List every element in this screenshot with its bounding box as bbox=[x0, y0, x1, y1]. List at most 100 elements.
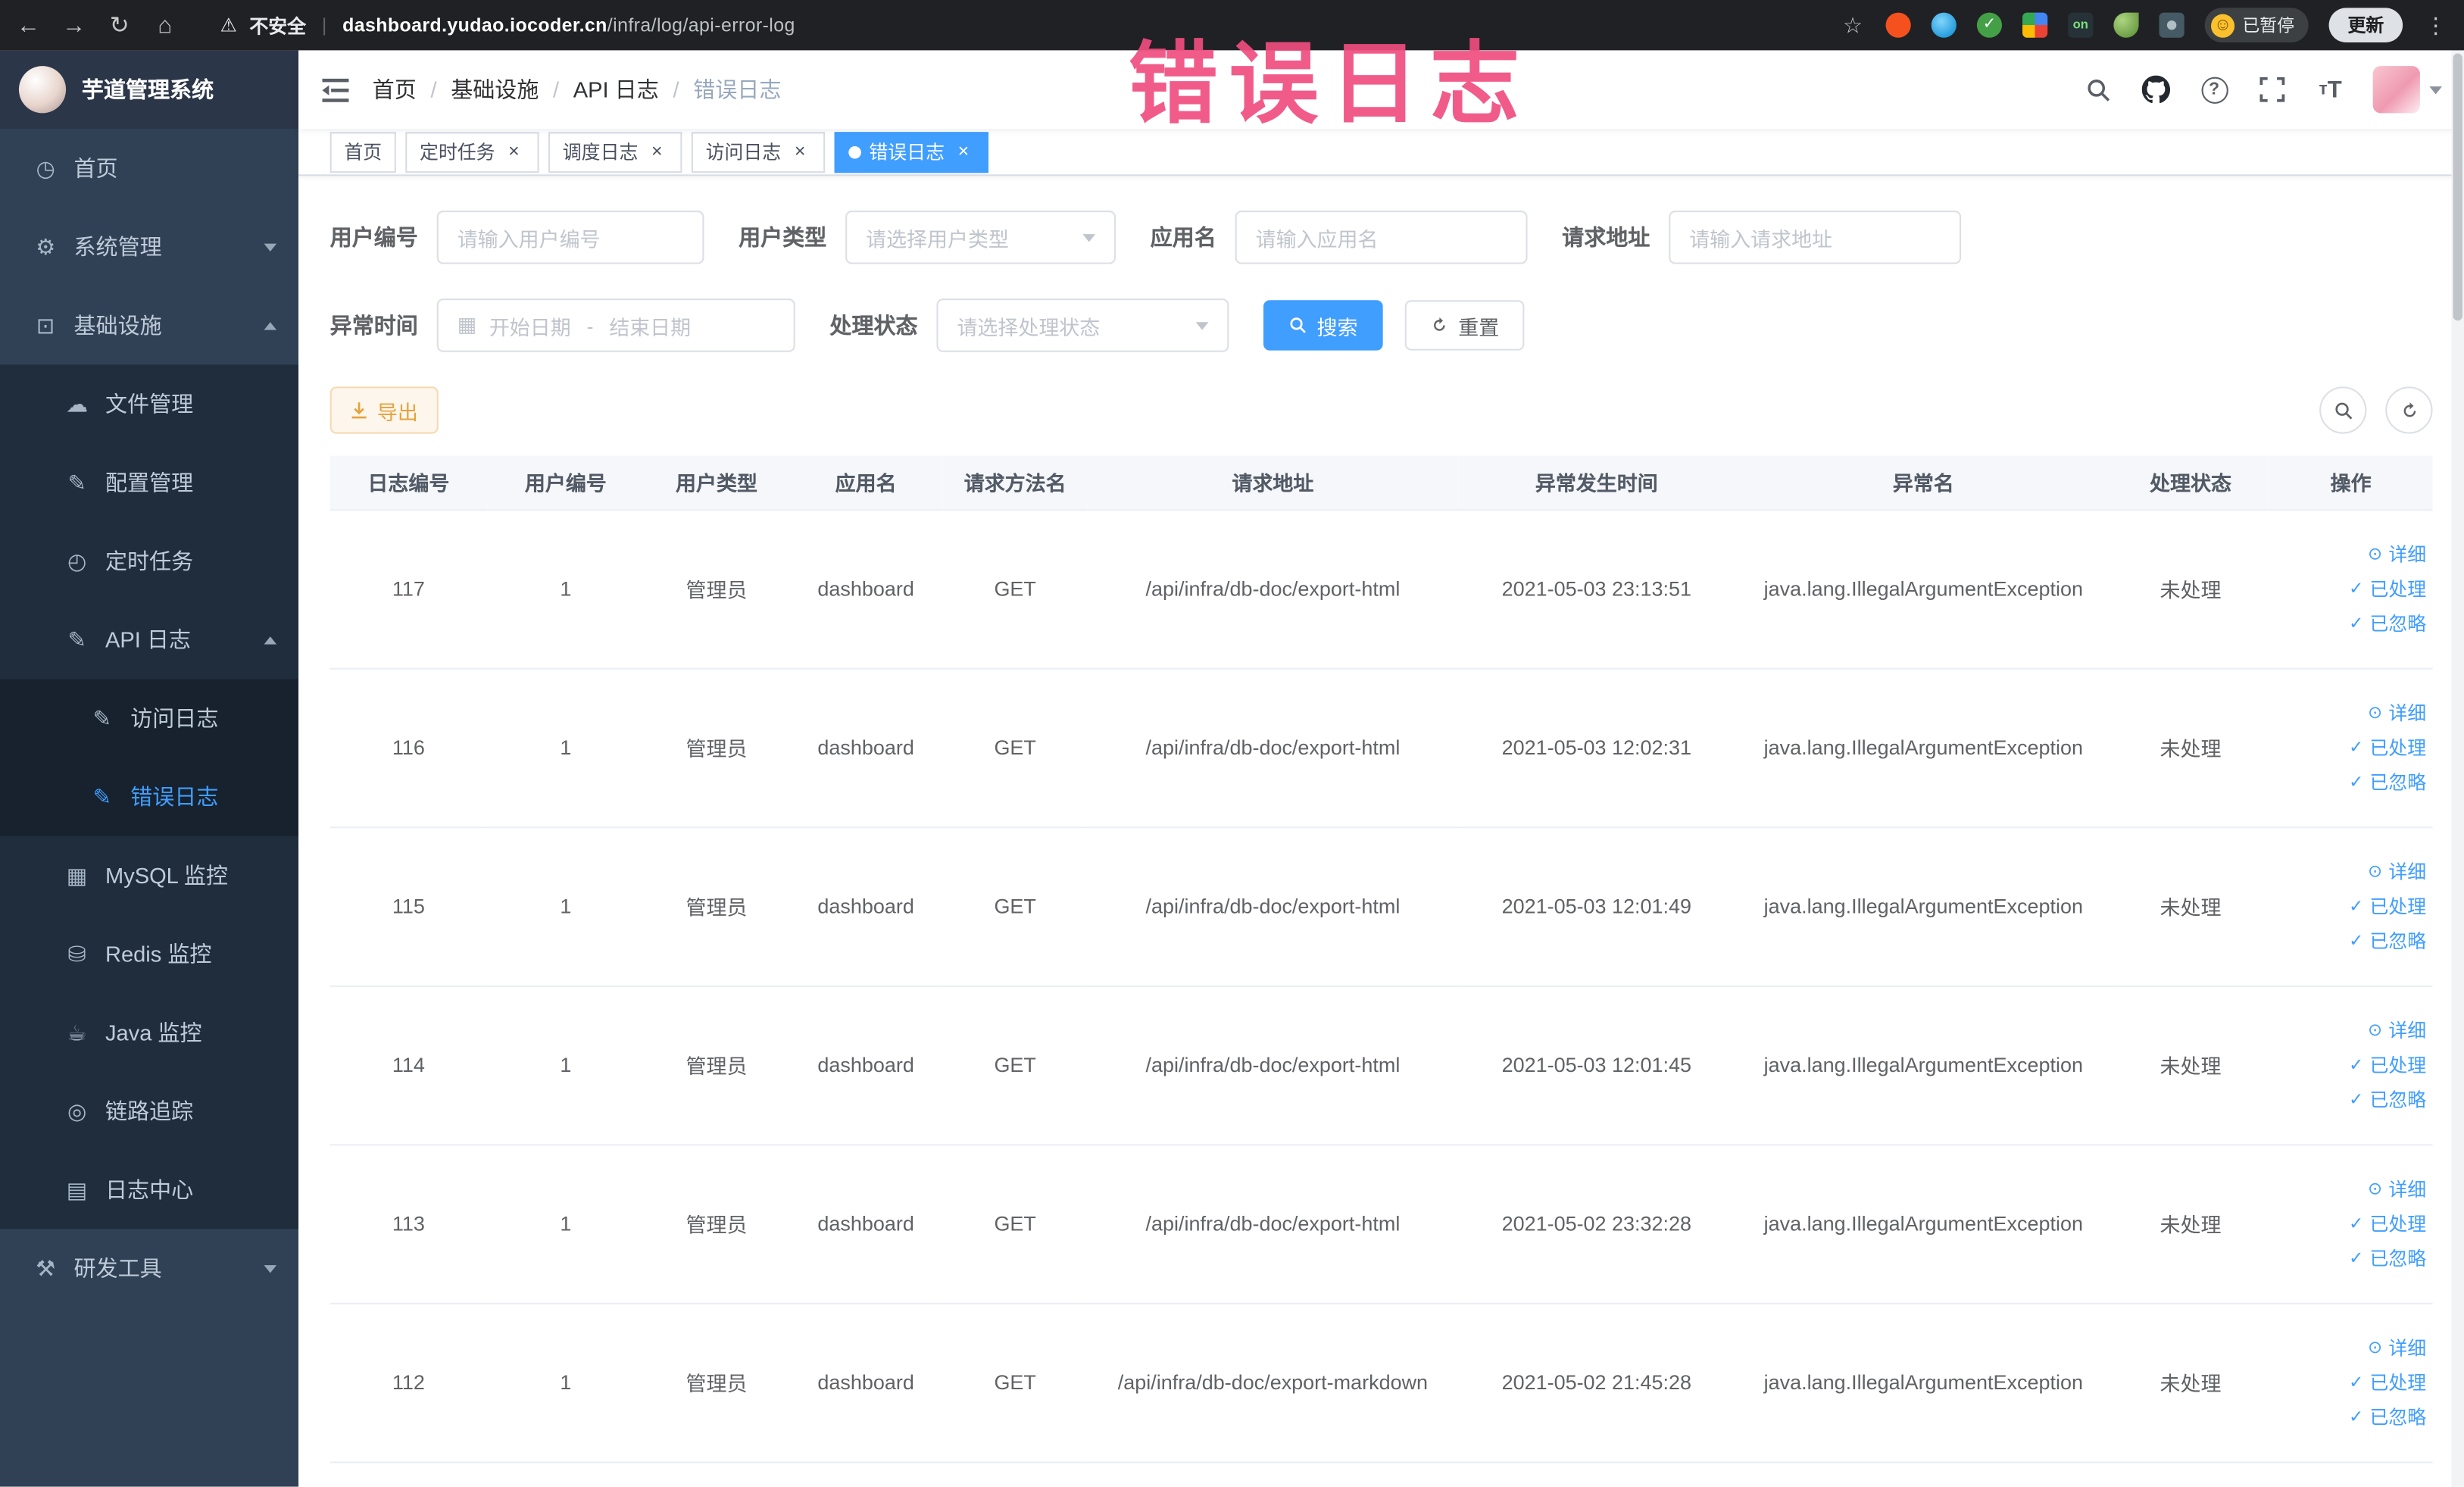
close-icon[interactable]: × bbox=[646, 140, 668, 163]
font-size-icon[interactable] bbox=[2315, 74, 2346, 105]
tab-access-log[interactable]: 访问日志 × bbox=[691, 131, 826, 173]
sidebar-item-infrastructure[interactable]: ⊡ 基础设施 bbox=[0, 286, 298, 365]
refresh-table-button[interactable] bbox=[2385, 386, 2433, 434]
user-id-input[interactable]: 请输入用户编号 bbox=[436, 210, 704, 264]
close-icon[interactable]: × bbox=[503, 140, 525, 163]
bookmark-star-icon[interactable]: ☆ bbox=[1840, 12, 1865, 39]
ignored-link[interactable]: ✓ 已忽略 bbox=[2275, 606, 2426, 641]
cell-exception-name: java.lang.IllegalArgumentException bbox=[1735, 1144, 2113, 1304]
search-button[interactable]: 搜索 bbox=[1263, 300, 1383, 351]
breadcrumb-item[interactable]: API 日志 bbox=[573, 74, 659, 105]
sidebar-item-access-log[interactable]: ✎ 访问日志 bbox=[0, 679, 299, 758]
help-icon[interactable]: ? bbox=[2198, 74, 2229, 105]
cell-status: 未处理 bbox=[2112, 1302, 2269, 1463]
back-button[interactable]: ← bbox=[16, 12, 41, 39]
security-label[interactable]: 不安全 bbox=[249, 12, 306, 39]
url-text[interactable]: dashboard.yudao.iocoder.cn/infra/log/api… bbox=[342, 14, 795, 36]
extensions-grid-icon[interactable] bbox=[2022, 12, 2048, 38]
sidebar-item-file[interactable]: ☁ 文件管理 bbox=[0, 364, 299, 444]
update-button[interactable]: 更新 bbox=[2328, 8, 2403, 43]
scrollbar[interactable] bbox=[2451, 50, 2464, 1487]
sidebar-item-redis[interactable]: ⛁ Redis 监控 bbox=[0, 914, 299, 994]
sidebar-toggle-button[interactable] bbox=[298, 77, 373, 102]
kebab-menu-icon[interactable]: ⋮ bbox=[2423, 12, 2448, 39]
detail-link[interactable]: ⊙ 详细 bbox=[2275, 1013, 2426, 1048]
exception-time-range-input[interactable]: ▦ 开始日期 - 结束日期 bbox=[436, 298, 795, 352]
request-url-input[interactable]: 请输入请求地址 bbox=[1669, 210, 1962, 264]
column-header: 用户类型 bbox=[644, 455, 789, 511]
dashboard-icon: ◷ bbox=[36, 155, 55, 180]
sidebar-item-api-log[interactable]: ✎ API 日志 bbox=[0, 600, 299, 679]
process-status-select[interactable]: 请选择处理状态 bbox=[936, 298, 1229, 352]
search-icon[interactable] bbox=[2082, 74, 2113, 105]
ignored-link[interactable]: ✓ 已忽略 bbox=[2275, 1241, 2426, 1276]
sidebar-item-job[interactable]: ◴ 定时任务 bbox=[0, 521, 299, 601]
user-type-select[interactable]: 请选择用户类型 bbox=[845, 210, 1116, 264]
extension-icon[interactable] bbox=[2159, 12, 2184, 38]
forward-button[interactable]: → bbox=[61, 12, 86, 39]
processed-link[interactable]: ✓ 已处理 bbox=[2275, 889, 2426, 923]
fullscreen-icon[interactable] bbox=[2256, 74, 2288, 105]
extension-icon[interactable] bbox=[1976, 12, 2003, 38]
breadcrumb-item[interactable]: 首页 bbox=[373, 74, 417, 105]
extension-on-icon[interactable] bbox=[2068, 12, 2094, 38]
detail-link[interactable]: ⊙ 详细 bbox=[2275, 854, 2426, 889]
sidebar-item-error-log[interactable]: ✎ 错误日志 bbox=[0, 757, 299, 836]
edit-icon: ✎ bbox=[67, 469, 86, 495]
toggle-search-button[interactable] bbox=[2319, 386, 2367, 434]
export-button[interactable]: 导出 bbox=[329, 386, 439, 434]
app-name-input[interactable]: 请输入应用名 bbox=[1235, 210, 1528, 264]
cell-log-id: 113 bbox=[329, 1144, 488, 1304]
close-icon[interactable]: × bbox=[952, 140, 974, 163]
address-bar[interactable]: ⚠ 不安全 | dashboard.yudao.iocoder.cn/infra… bbox=[220, 12, 795, 39]
breadcrumb-item[interactable]: 基础设施 bbox=[451, 74, 539, 105]
extension-icon[interactable] bbox=[1885, 12, 1911, 38]
tab-job-log[interactable]: 调度日志 × bbox=[548, 131, 682, 173]
sidebar-item-system[interactable]: ⚙ 系统管理 bbox=[0, 208, 298, 286]
ignored-link[interactable]: ✓ 已忽略 bbox=[2275, 1082, 2426, 1117]
check-icon: ✓ bbox=[2349, 896, 2364, 916]
sidebar-item-mysql[interactable]: ▦ MySQL 监控 bbox=[0, 836, 299, 915]
detail-link[interactable]: ⊙ 详细 bbox=[2275, 1330, 2426, 1365]
reset-button[interactable]: 重置 bbox=[1404, 300, 1525, 351]
detail-link[interactable]: ⊙ 详细 bbox=[2275, 1172, 2426, 1207]
chevron-down-icon bbox=[1082, 233, 1096, 242]
url-domain: dashboard.yudao.iocoder.cn bbox=[342, 14, 607, 36]
processed-link[interactable]: ✓ 已处理 bbox=[2275, 1048, 2426, 1082]
detail-link[interactable]: ⊙ 详细 bbox=[2275, 536, 2426, 571]
tab-home[interactable]: 首页 bbox=[329, 131, 396, 173]
cell-request-url: /api/infra/db-doc/export-html bbox=[1087, 985, 1459, 1145]
detail-link[interactable]: ⊙ 详细 bbox=[2275, 695, 2426, 730]
processed-link[interactable]: ✓ 已处理 bbox=[2275, 730, 2426, 765]
ignored-link[interactable]: ✓ 已忽略 bbox=[2275, 1399, 2426, 1434]
reload-button[interactable]: ↻ bbox=[107, 11, 132, 39]
user-menu[interactable] bbox=[2372, 66, 2442, 114]
database-icon: ⛁ bbox=[67, 940, 86, 966]
sidebar-item-log-center[interactable]: ▤ 日志中心 bbox=[0, 1150, 299, 1229]
sidebar-item-home[interactable]: ◷ 首页 bbox=[0, 129, 298, 208]
sidebar-item-label: 系统管理 bbox=[73, 234, 162, 260]
processed-link[interactable]: ✓ 已处理 bbox=[2275, 1365, 2426, 1400]
action-label: 已处理 bbox=[2369, 736, 2427, 759]
extension-icon[interactable] bbox=[1931, 12, 1957, 38]
processed-link[interactable]: ✓ 已处理 bbox=[2275, 1206, 2426, 1241]
ignored-link[interactable]: ✓ 已忽略 bbox=[2275, 764, 2426, 799]
sidebar-item-dev-tools[interactable]: ⚒ 研发工具 bbox=[0, 1229, 298, 1307]
tab-job[interactable]: 定时任务 × bbox=[405, 131, 539, 173]
browser-home-button[interactable]: ⌂ bbox=[152, 12, 177, 39]
close-icon[interactable]: × bbox=[789, 140, 811, 163]
processed-link[interactable]: ✓ 已处理 bbox=[2275, 571, 2426, 606]
sidebar-item-java[interactable]: ☕ Java 监控 bbox=[0, 993, 299, 1072]
app-logo[interactable]: 芋道管理系统 bbox=[0, 50, 299, 130]
tab-error-log[interactable]: 错误日志 × bbox=[834, 131, 989, 173]
ignored-link[interactable]: ✓ 已忽略 bbox=[2275, 923, 2426, 958]
cell-request-url: /api/infra/db-doc/export-html bbox=[1087, 509, 1459, 669]
profile-paused-chip[interactable]: 已暂停 bbox=[2204, 8, 2309, 43]
extension-icon[interactable] bbox=[2113, 12, 2139, 38]
sidebar-item-config[interactable]: ✎ 配置管理 bbox=[0, 443, 299, 522]
sidebar-item-trace[interactable]: ◎ 链路追踪 bbox=[0, 1071, 299, 1151]
check-icon: ✓ bbox=[2349, 931, 2364, 951]
exception-time-label: 异常时间 bbox=[329, 312, 418, 339]
github-icon[interactable] bbox=[2141, 74, 2172, 105]
scrollbar-thumb[interactable] bbox=[2453, 53, 2462, 321]
